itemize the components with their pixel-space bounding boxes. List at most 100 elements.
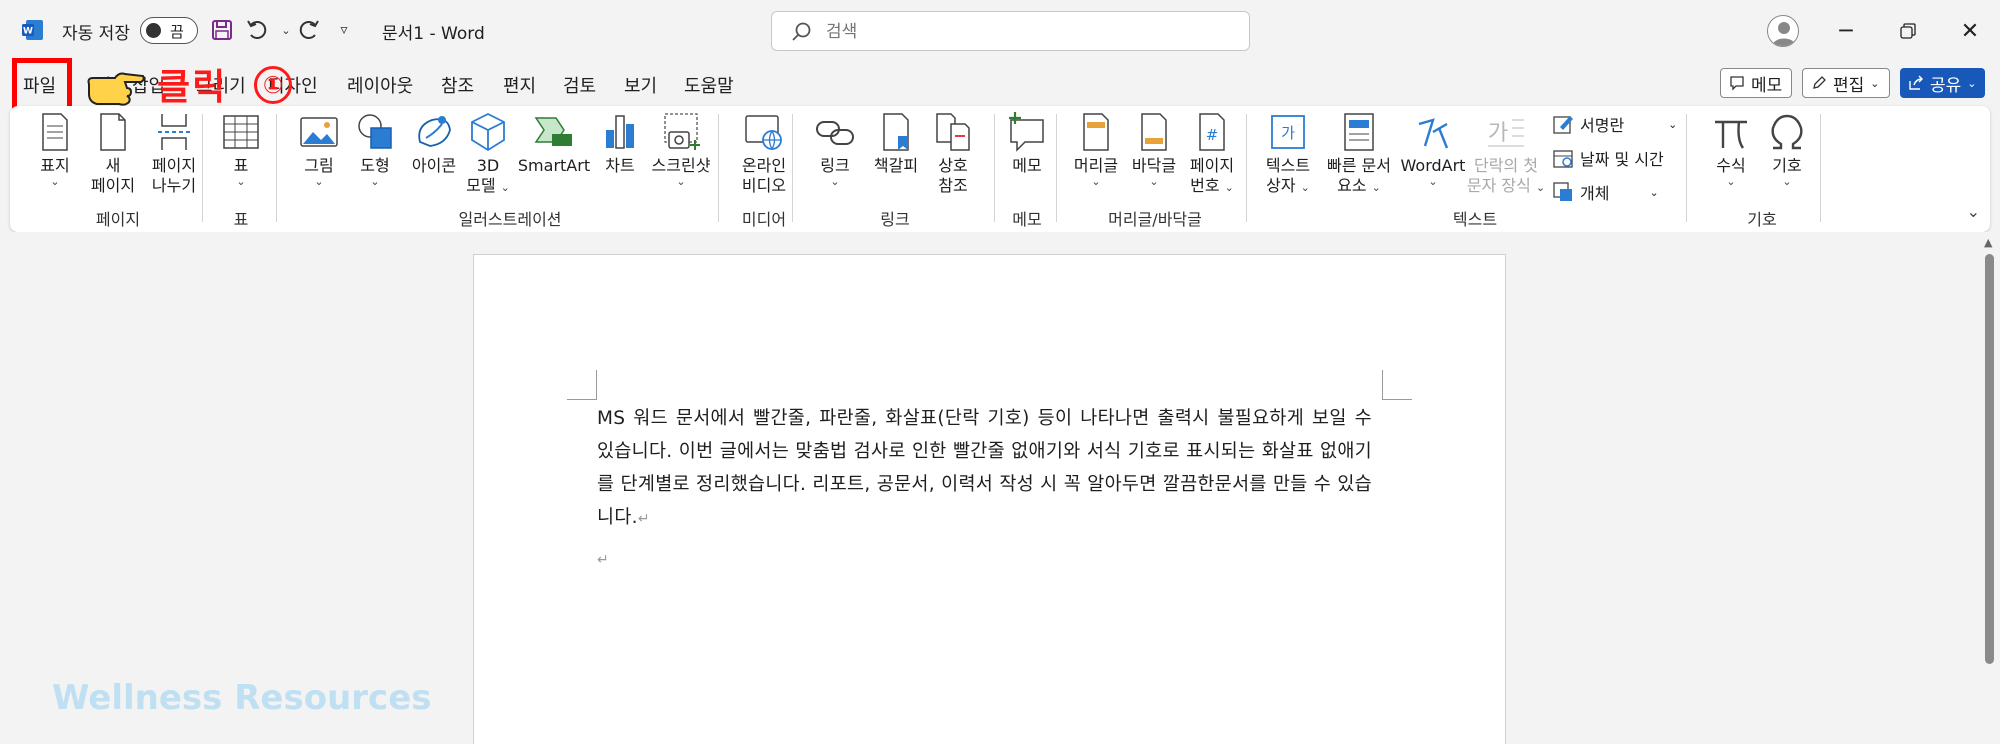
pictures-dropdown-icon: ⌄ [314,175,324,188]
pointing-hand-icon [87,72,145,106]
new-comment-button[interactable]: 메모 [1002,110,1052,176]
page-break-button[interactable]: 페이지 나누기 [144,110,204,196]
new-comment-icon [1009,112,1044,152]
text-box-label-2: 상자 [1266,176,1296,195]
tab-review[interactable]: 검토 [563,72,596,98]
drop-cap-dropdown-icon: ⌄ [1535,181,1546,194]
smartart-button[interactable]: SmartArt [514,110,594,176]
table-label: 표 [233,156,249,175]
document-body-text[interactable]: MS 워드 문서에서 빨간줄, 파란줄, 화살표(단락 기호) 등이 나타나면 … [597,402,1372,536]
file-tab-highlight-box [12,58,72,111]
group-separator [276,114,277,222]
search-icon [792,22,811,41]
chart-button[interactable]: 차트 [598,110,642,176]
new-page-button[interactable]: 새 페이지 [86,110,140,196]
chevron-down-icon: ⌄ [1870,76,1880,90]
text-box-button[interactable]: 가 텍스트 상자 ⌄ [1258,110,1318,196]
signature-icon [1553,116,1573,134]
bookmark-label: 책갈피 [873,156,919,175]
word-logo-icon: W [22,20,43,40]
minimize-icon[interactable]: ─ [1826,14,1866,48]
pictures-button[interactable]: 그림 ⌄ [294,110,344,188]
calendar-icon [1553,150,1573,168]
quick-parts-label-2: 요소 [1337,176,1367,195]
group-separator [1056,114,1057,222]
object-icon [1553,182,1572,201]
header-button[interactable]: 머리글 ⌄ [1068,110,1124,188]
search-box[interactable] [771,11,1250,51]
document-title: 문서1 - Word [382,24,485,44]
table-dropdown-icon: ⌄ [236,175,246,188]
tab-mailings[interactable]: 편지 [503,72,536,98]
drop-cap-button[interactable]: 가 단락의 첫 문자 장식 ⌄ [1466,110,1546,196]
symbol-button[interactable]: 기호 ⌄ [1762,110,1812,188]
3d-models-button[interactable]: 3D 모델 ⌄ [466,110,510,196]
date-time-button[interactable]: 날짜 및 시간 [1552,146,1664,170]
page-break-label-2: 나누기 [151,176,197,195]
vertical-scrollbar[interactable]: ▲ [1982,236,1996,736]
memo-button[interactable]: 메모 [1720,68,1792,98]
online-video-button[interactable]: 온라인 비디오 [732,110,796,196]
icons-button[interactable]: 아이콘 [406,110,462,176]
link-button[interactable]: 링크 ⌄ [810,110,860,188]
edit-mode-button[interactable]: 편집 ⌄ [1802,68,1890,98]
cross-reference-button[interactable]: 상호 참조 [928,110,978,196]
footer-icon [1141,113,1167,151]
group-separator [202,114,203,222]
search-input[interactable] [826,19,1226,45]
new-page-label-1: 새 [105,156,121,175]
cover-page-button[interactable]: 표지 ⌄ [30,110,80,188]
shapes-button[interactable]: 도형 ⌄ [350,110,400,188]
page-number-button[interactable]: # 페이지 번호 ⌄ [1182,110,1242,196]
footer-button[interactable]: 바닥글 ⌄ [1126,110,1182,188]
smartart-label: SmartArt [517,156,591,175]
tab-references[interactable]: 참조 [441,72,474,98]
undo-icon[interactable] [244,16,272,44]
customize-qat-icon[interactable]: ▿ [330,16,358,44]
smartart-icon [534,117,572,146]
drop-cap-label-2-wrap: 문자 장식 ⌄ [1467,176,1545,196]
header-icon [1083,113,1109,151]
close-icon[interactable]: ✕ [1950,14,1990,48]
margin-corner-top-right [1382,370,1412,400]
page-break-label-1: 페이지 [151,156,197,175]
share-button-label: 공유 [1930,75,1962,96]
wordart-button[interactable]: WordArt ⌄ [1396,110,1470,188]
save-icon[interactable] [208,16,236,44]
group-label-links: 링크 [880,210,910,229]
text-box-label-2-wrap: 상자 ⌄ [1266,176,1310,196]
share-button[interactable]: 공유 ⌄ [1900,68,1985,98]
account-avatar-icon[interactable] [1767,15,1799,47]
autosave-state: 끔 [170,23,184,41]
table-button[interactable]: 표 ⌄ [216,110,266,188]
memo-button-label: 메모 [1751,75,1783,96]
drop-cap-label-1: 단락의 첫 [1474,156,1538,175]
page-number-label-2-wrap: 번호 ⌄ [1190,176,1234,196]
symbol-label: 기호 [1772,156,1802,175]
equation-button[interactable]: 수식 ⌄ [1706,110,1756,188]
screenshot-button[interactable]: 스크린샷 ⌄ [646,110,716,188]
quick-parts-button[interactable]: 빠른 문서 요소 ⌄ [1322,110,1396,196]
scroll-up-icon[interactable]: ▲ [1984,236,1992,249]
tab-layout[interactable]: 레이아웃 [347,72,413,98]
online-video-icon [745,115,782,150]
autosave-toggle[interactable]: 끔 [140,17,198,44]
title-bar: W 자동 저장 끔 ⌄ ▿ 문서1 - Word ─ ✕ [0,0,2000,62]
ribbon-display-options-icon[interactable]: ⌄ [1967,202,1980,221]
new-page-label-2: 페이지 [90,176,136,195]
3d-models-label-2: 모델 [466,176,496,195]
page-number-label-2: 번호 [1190,176,1220,195]
restore-icon[interactable] [1888,14,1928,48]
bookmark-button[interactable]: 책갈피 [866,110,926,176]
redo-icon[interactable] [294,16,322,44]
shapes-label: 도형 [360,156,390,175]
object-button[interactable]: 개체 ⌄ [1552,180,1659,204]
group-separator [994,114,995,222]
tab-view[interactable]: 보기 [624,72,657,98]
group-label-table: 표 [233,210,249,229]
scrollbar-thumb[interactable] [1985,254,1994,664]
tab-help[interactable]: 도움말 [684,72,734,98]
shapes-icon [358,114,392,149]
picture-icon [300,117,338,147]
signature-line-button[interactable]: 서명란 ⌄ [1552,112,1677,136]
